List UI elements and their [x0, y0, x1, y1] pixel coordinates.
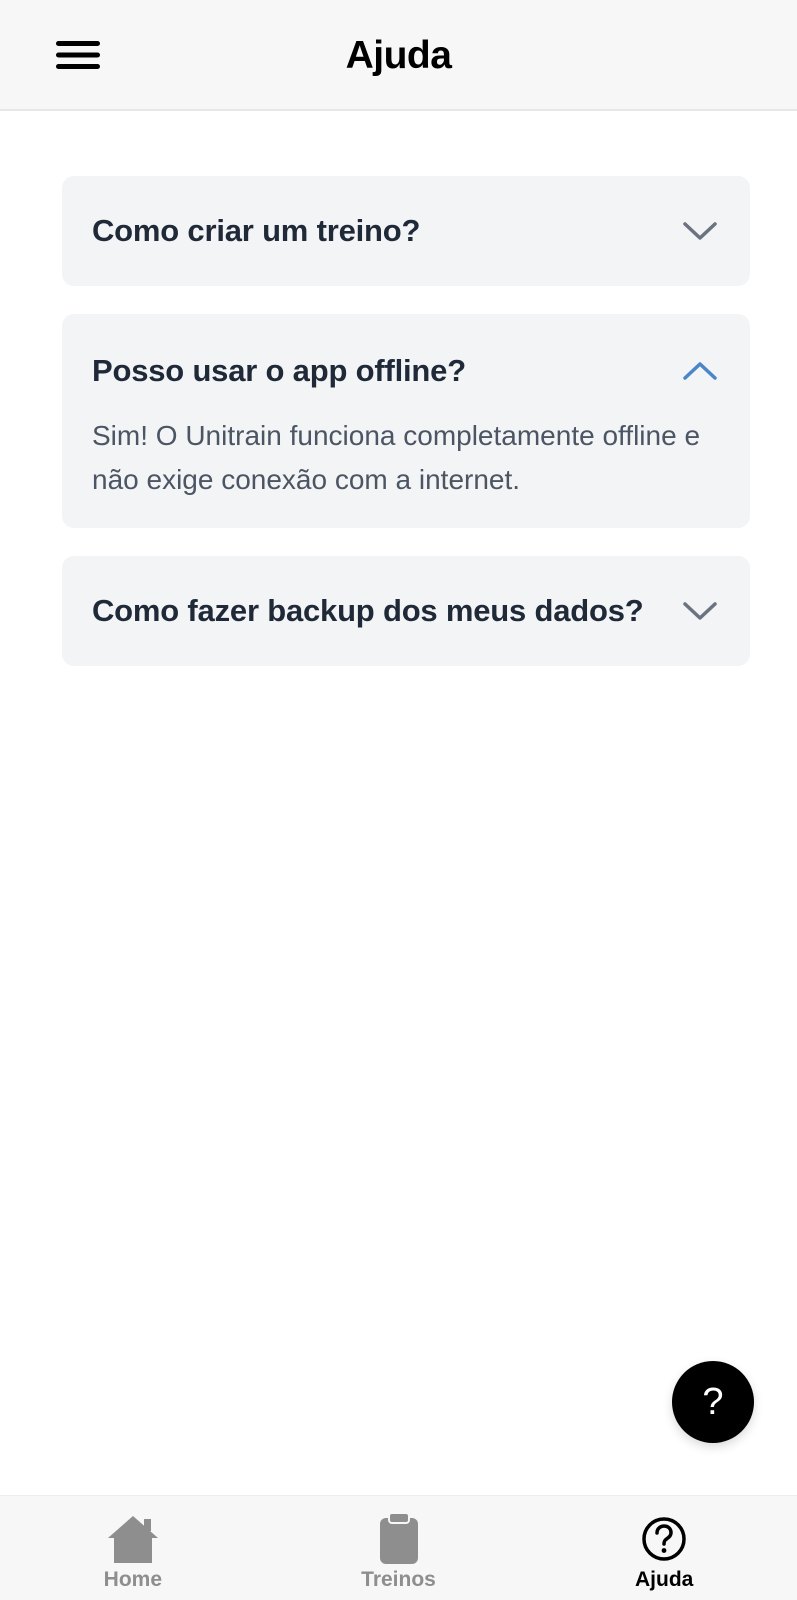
app-header: Ajuda [0, 0, 797, 111]
chevron-up-icon[interactable] [680, 351, 720, 391]
clipboard-icon [371, 1512, 427, 1566]
faq-question-row[interactable]: Como criar um treino? [92, 176, 720, 286]
faq-question-row[interactable]: Como fazer backup dos meus dados? [92, 556, 720, 666]
faq-item-offline[interactable]: Posso usar o app offline? Sim! O Unitrai… [62, 314, 750, 528]
home-icon [105, 1512, 161, 1566]
nav-label: Home [103, 1568, 163, 1591]
faq-list: Como criar um treino? Posso usar o app o… [62, 176, 750, 694]
help-circle-icon [636, 1512, 692, 1566]
nav-item-home[interactable]: Home [0, 1496, 266, 1600]
nav-item-ajuda[interactable]: Ajuda [531, 1496, 797, 1600]
help-fab-button[interactable]: ? [672, 1361, 754, 1443]
bottom-navigation: Home Treinos Ajuda [0, 1495, 797, 1600]
chevron-down-icon[interactable] [680, 211, 720, 251]
faq-item-create-workout[interactable]: Como criar um treino? [62, 176, 750, 286]
chevron-down-icon[interactable] [680, 591, 720, 631]
faq-answer: Sim! O Unitrain funciona completamente o… [92, 420, 701, 495]
faq-question: Como criar um treino? [92, 213, 421, 248]
nav-label: Ajuda [635, 1568, 694, 1591]
faq-item-backup[interactable]: Como fazer backup dos meus dados? [62, 556, 750, 666]
nav-label: Treinos [361, 1568, 436, 1591]
help-icon: ? [702, 1381, 724, 1423]
page-title: Ajuda [345, 34, 452, 77]
faq-question: Como fazer backup dos meus dados? [92, 593, 644, 628]
faq-question-row[interactable]: Posso usar o app offline? [92, 314, 720, 428]
nav-item-treinos[interactable]: Treinos [266, 1496, 532, 1600]
faq-question: Posso usar o app offline? [92, 353, 466, 388]
